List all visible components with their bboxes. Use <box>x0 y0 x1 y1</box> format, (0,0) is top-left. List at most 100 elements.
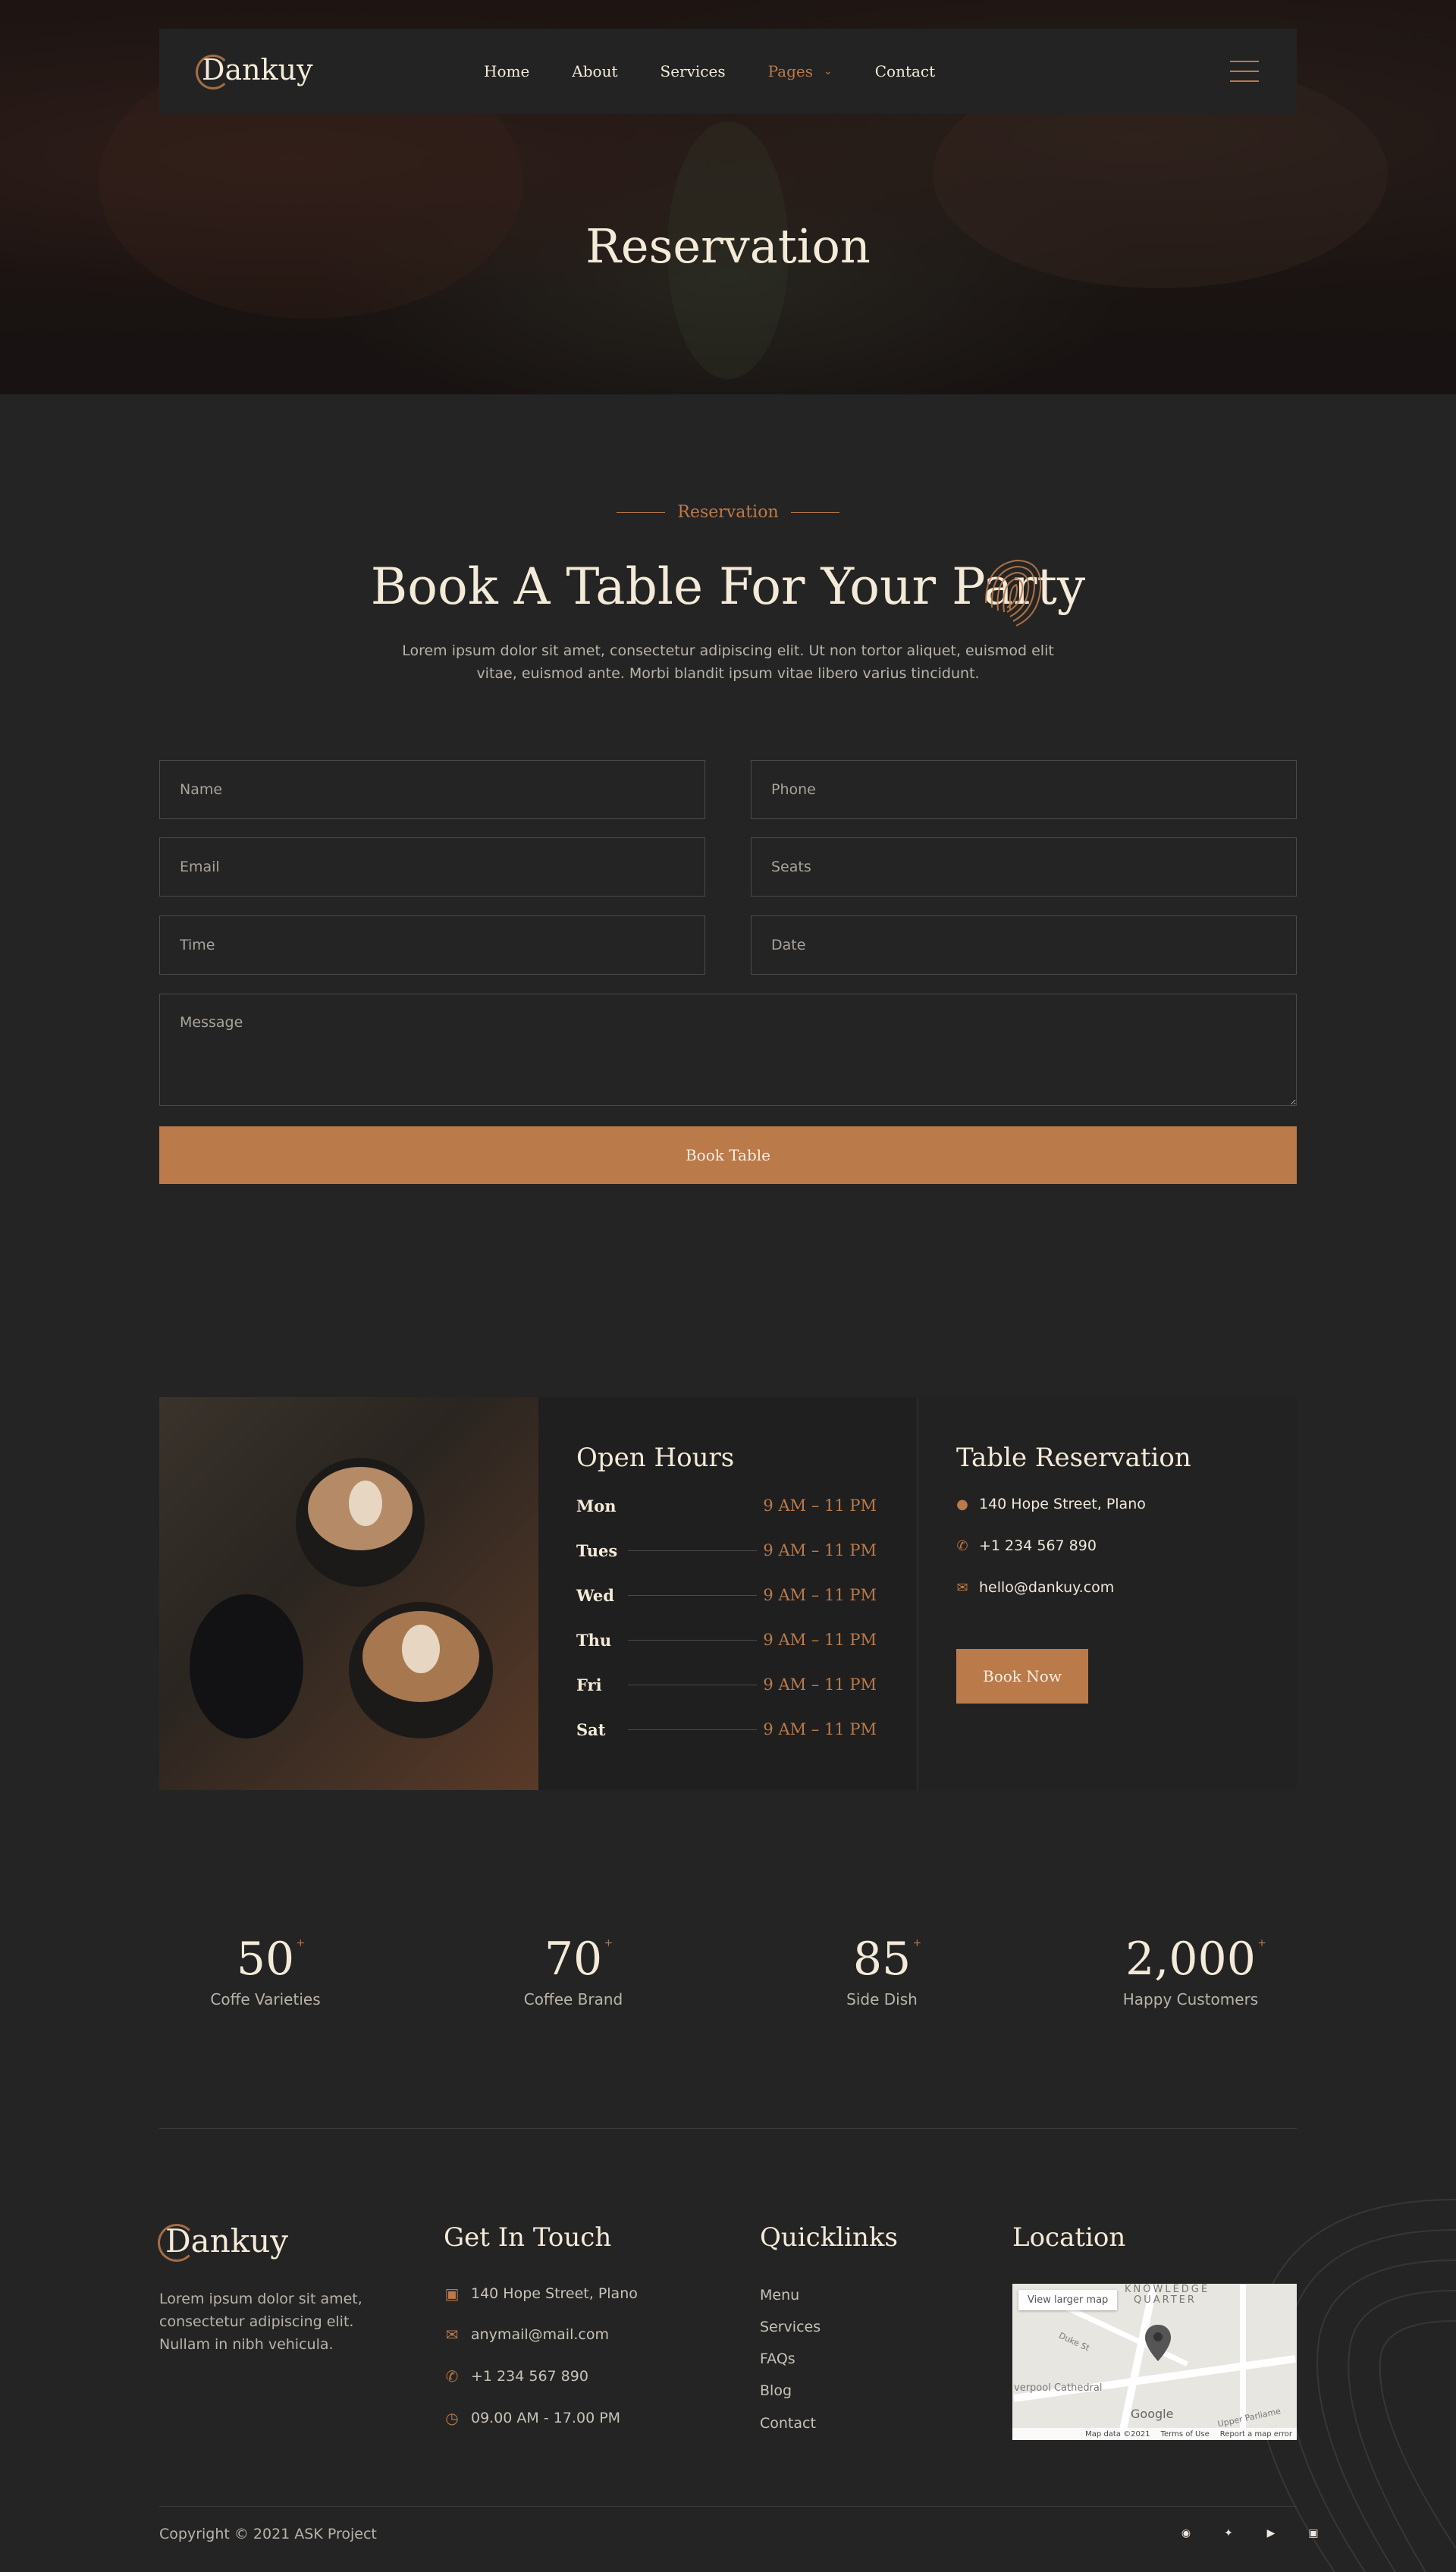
phone-field[interactable] <box>751 760 1297 819</box>
quicklink-services[interactable]: Services <box>760 2319 821 2335</box>
quicklink-menu[interactable]: Menu <box>760 2287 799 2303</box>
reservation-phone[interactable]: ✆ +1 234 567 890 <box>956 1537 1097 1554</box>
hours-row: Tues 9 AM – 11 PM <box>576 1539 877 1562</box>
address-text: 140 Hope Street, Plano <box>979 1496 1146 1512</box>
stat-number: 50 + <box>236 1933 306 1986</box>
hours-row: Sat 9 AM – 11 PM <box>576 1718 877 1741</box>
nav-links: Home About Services Pages ⌄ Contact <box>484 29 977 114</box>
phone-icon: ✆ <box>445 2367 459 2385</box>
reservation-address: ● 140 Hope Street, Plano <box>956 1496 1146 1512</box>
footer-divider <box>159 2506 1297 2507</box>
seats-field[interactable] <box>751 837 1297 897</box>
stat-label: Happy Customers <box>1122 1990 1259 2008</box>
nav-link-pages[interactable]: Pages ⌄ <box>768 62 833 80</box>
email-text: hello@dankuy.com <box>979 1579 1115 1596</box>
map-pin-icon: ● <box>956 1496 968 1512</box>
coffee-photo <box>159 1397 538 1790</box>
nav-link-contact[interactable]: Contact <box>875 62 935 80</box>
book-now-button[interactable]: Book Now <box>956 1649 1088 1704</box>
logo-fingerprint-icon <box>158 2224 196 2262</box>
hours-row: Fri 9 AM – 11 PM <box>576 1673 877 1696</box>
stat-number: 85 + <box>852 1933 922 1986</box>
nav-link-about[interactable]: About <box>572 62 617 80</box>
email-field[interactable] <box>159 837 705 897</box>
map-attribution: Map data ©2021 Terms of Use Report a map… <box>1012 2428 1297 2440</box>
hours-row: Mon 9 AM – 11 PM <box>576 1494 877 1517</box>
time-field[interactable] <box>159 915 705 975</box>
hamburger-menu-icon[interactable] <box>1230 61 1259 82</box>
hero-title: Reservation <box>585 218 871 274</box>
linkedin-icon[interactable]: ▣ <box>1304 2524 1323 2542</box>
table-reservation-title: Table Reservation <box>956 1443 1191 1473</box>
stat-label: Side Dish <box>846 1990 918 2008</box>
footer-phone[interactable]: ✆ +1 234 567 890 <box>444 2367 588 2385</box>
logo-fingerprint-icon <box>196 55 231 90</box>
hours-row: Wed 9 AM – 11 PM <box>576 1584 877 1606</box>
hours-time: 9 AM – 11 PM <box>763 1541 877 1559</box>
stat-item: 2,000 + Happy Customers <box>1077 1933 1304 2008</box>
footer-logo[interactable]: Dankuy <box>158 2222 288 2262</box>
eyebrow-line <box>617 512 666 513</box>
hours-day: Sat <box>576 1719 606 1739</box>
mail-icon: ✉ <box>445 2325 459 2344</box>
table-reservation-panel: Table Reservation ● 140 Hope Street, Pla… <box>918 1397 1297 1790</box>
nav-link-home[interactable]: Home <box>484 62 529 80</box>
youtube-icon[interactable]: ▶ <box>1262 2524 1280 2542</box>
fingerprint-icon <box>985 559 1042 627</box>
hours-time: 9 AM – 11 PM <box>763 1675 877 1694</box>
hours-day: Mon <box>576 1496 617 1515</box>
hours-day: Tues <box>576 1540 618 1560</box>
twitter-icon[interactable]: ✦ <box>1219 2524 1238 2542</box>
social-links: ◉ ✦ ▶ ▣ <box>1153 2524 1323 2542</box>
eyebrow-text: Reservation <box>677 503 779 522</box>
footer-hours: ◷ 09.00 AM - 17.00 PM <box>444 2409 620 2427</box>
footer-description: Lorem ipsum dolor sit amet, consectetur … <box>159 2291 362 2353</box>
map-icon: ▣ <box>444 2285 460 2303</box>
hours-day: Thu <box>576 1630 612 1650</box>
view-larger-map-link[interactable]: View larger map <box>1018 2290 1118 2310</box>
envelope-icon: ✉ <box>956 1579 968 1596</box>
quicklink-faqs[interactable]: FAQs <box>760 2351 795 2367</box>
hours-time: 9 AM – 11 PM <box>763 1720 877 1738</box>
hours-day: Wed <box>576 1585 614 1605</box>
section-title: Book A Table For Your Party <box>370 557 1086 616</box>
stat-item: 85 + Side Dish <box>768 1933 996 2008</box>
nav-link-services[interactable]: Services <box>661 62 726 80</box>
get-in-touch-title: Get In Touch <box>444 2222 612 2253</box>
stat-item: 50 + Coffe Varieties <box>152 1933 379 2008</box>
chevron-down-icon: ⌄ <box>824 65 833 77</box>
stat-label: Coffe Varieties <box>210 1990 321 2008</box>
book-table-button[interactable]: Book Table <box>159 1126 1297 1184</box>
hours-row: Thu 9 AM – 11 PM <box>576 1628 877 1651</box>
nav-link-pages-label: Pages <box>767 62 813 80</box>
hero-banner: Dankuy Home About Services Pages ⌄ Conta… <box>0 0 1456 394</box>
facebook-icon[interactable]: ◉ <box>1177 2524 1195 2542</box>
clock-icon: ◷ <box>445 2409 459 2427</box>
nav-logo[interactable]: Dankuy <box>196 53 313 90</box>
name-field[interactable] <box>159 760 705 819</box>
eyebrow-line <box>790 512 839 513</box>
quicklink-contact[interactable]: Contact <box>760 2415 816 2432</box>
date-field[interactable] <box>751 915 1297 975</box>
map-pin-icon <box>1145 2325 1171 2361</box>
stat-label: Coffee Brand <box>523 1990 623 2008</box>
message-field[interactable] <box>159 994 1297 1106</box>
location-map[interactable]: View larger map KNOWLEDGE QUARTER Duke S… <box>1012 2284 1297 2440</box>
phone-icon: ✆ <box>956 1537 968 1554</box>
section-eyebrow: Reservation <box>0 503 1456 522</box>
section-description: Lorem ipsum dolor sit amet, consectetur … <box>402 642 1054 682</box>
divider <box>159 2128 1297 2129</box>
hours-time: 9 AM – 11 PM <box>763 1631 877 1649</box>
stat-number: 2,000 + <box>1125 1933 1266 1986</box>
footer-email[interactable]: ✉ anymail@mail.com <box>444 2325 609 2344</box>
phone-text: +1 234 567 890 <box>979 1537 1097 1554</box>
quicklinks-title: Quicklinks <box>760 2222 898 2253</box>
stat-number: 70 + <box>544 1933 613 1986</box>
open-hours-panel: Open Hours Mon 9 AM – 11 PM Tues 9 AM – … <box>538 1397 916 1790</box>
reservation-email[interactable]: ✉ hello@dankuy.com <box>956 1579 1114 1596</box>
open-hours-title: Open Hours <box>576 1443 735 1473</box>
footer-address: ▣ 140 Hope Street, Plano <box>444 2285 638 2303</box>
stat-item: 70 + Coffee Brand <box>460 1933 687 2008</box>
quicklink-blog[interactable]: Blog <box>760 2382 792 2399</box>
hours-day: Fri <box>576 1675 602 1694</box>
